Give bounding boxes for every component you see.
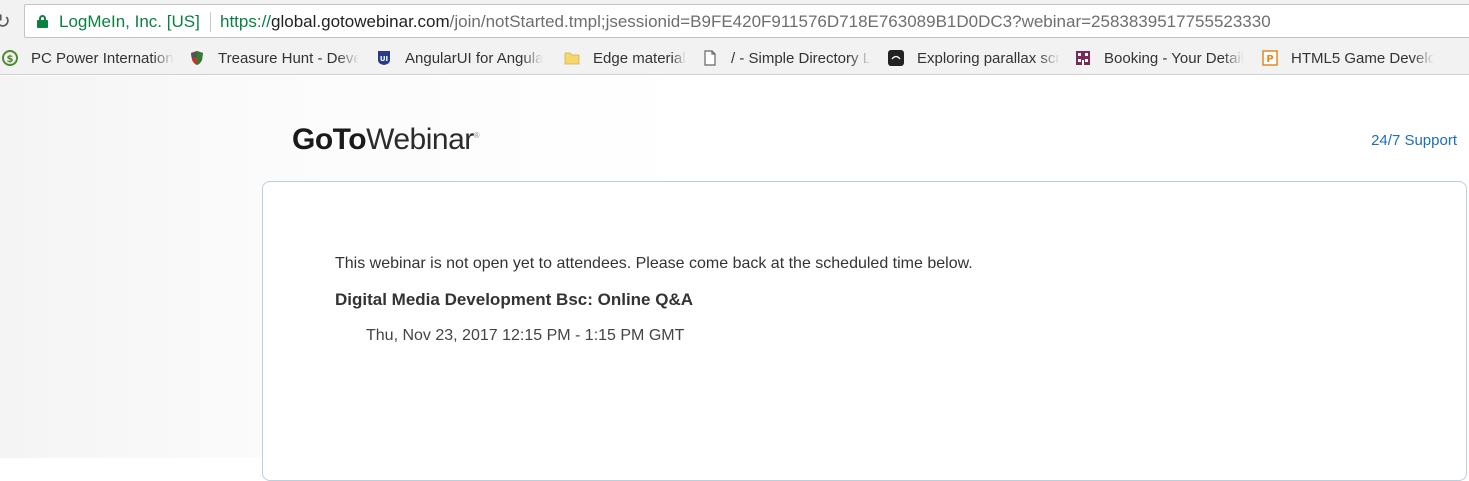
folder-icon [564, 50, 580, 66]
bookmark-simple-directory[interactable]: / - Simple Directory L [702, 48, 874, 68]
bookmark-label: Booking - Your Detail [1104, 49, 1245, 67]
webinar-title: Digital Media Development Bsc: Online Q&… [335, 290, 694, 309]
omnibox-divider [210, 12, 211, 32]
page-icon [702, 50, 718, 66]
svg-text:UI: UI [380, 55, 388, 63]
logo-webinar: Webinar [366, 123, 474, 156]
not-open-message: This webinar is not open yet to attendee… [335, 255, 973, 272]
omnibox[interactable]: LogMeIn, Inc. [US] https://global.gotowe… [24, 4, 1469, 38]
page-content: GoToWebinar® 24/7 Support This webinar i… [0, 76, 1469, 481]
bookmark-html5-game[interactable]: P HTML5 Game Develo [1262, 48, 1434, 68]
url-scheme: https:// [220, 12, 272, 31]
gotowebinar-logo: GoToWebinar® [292, 119, 480, 156]
reload-icon[interactable]: ↻ [0, 10, 14, 32]
codrops-icon [888, 50, 904, 66]
angularui-logo-icon: UI [376, 50, 392, 66]
site-identity[interactable]: LogMeIn, Inc. [US] [59, 12, 200, 32]
bookmark-edge-material[interactable]: Edge material [564, 48, 690, 68]
building-icon [1075, 50, 1091, 66]
lock-icon[interactable] [37, 15, 48, 28]
url-text[interactable]: https://global.gotowebinar.com/join/notS… [220, 12, 1271, 32]
bookmark-label: AngularUI for Angula [405, 49, 544, 67]
bookmark-label: HTML5 Game Develo [1291, 49, 1434, 67]
bookmark-booking[interactable]: Booking - Your Detail [1075, 48, 1247, 68]
bookmark-angularui[interactable]: UI AngularUI for Angula [376, 48, 548, 68]
dollar-circle-icon: $ [2, 50, 18, 66]
address-bar: ↻ LogMeIn, Inc. [US] https://global.goto… [0, 0, 1469, 42]
bookmark-label: / - Simple Directory L [731, 49, 872, 67]
webinar-schedule: Thu, Nov 23, 2017 12:15 PM - 1:15 PM GMT [366, 327, 685, 344]
bookmark-label: Treasure Hunt - Deve [218, 49, 359, 67]
shield-icon [189, 50, 205, 66]
url-path: /join/notStarted.tmpl;jsessionid=B9FE420… [449, 12, 1271, 31]
url-host: global.gotowebinar.com [271, 12, 450, 31]
svg-text:$: $ [7, 54, 14, 65]
phaser-icon: P [1262, 50, 1278, 66]
svg-text:P: P [1266, 54, 1273, 65]
bookmark-label: Exploring parallax scr [917, 49, 1060, 67]
bookmark-pc-power[interactable]: $ PC Power Internation [2, 48, 174, 68]
bookmark-label: Edge material [593, 49, 686, 67]
bookmark-label: PC Power Internation [31, 49, 174, 67]
bookmarks-bar: $ PC Power Internation Treasure Hunt - D… [0, 42, 1469, 75]
support-link[interactable]: 24/7 Support [1371, 132, 1457, 149]
logo-goto: GoTo [292, 123, 367, 156]
bookmark-parallax[interactable]: Exploring parallax scr [888, 48, 1060, 68]
notice-card: This webinar is not open yet to attendee… [262, 181, 1467, 481]
logo-registered-mark: ® [473, 131, 480, 140]
bookmark-treasure-hunt[interactable]: Treasure Hunt - Deve [189, 48, 359, 68]
